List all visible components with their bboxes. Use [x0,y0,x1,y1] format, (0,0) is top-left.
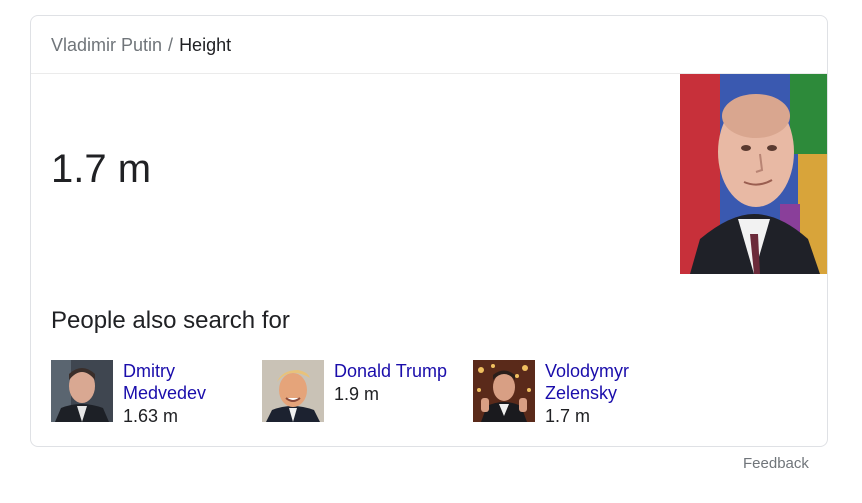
related-person-photo-graphic [473,360,535,422]
related-person-medvedev[interactable]: Dmitry Medvedev 1.63 m [51,360,251,430]
related-person-zelensky[interactable]: Volodymyr Zelensky 1.7 m [473,360,673,430]
related-person-height: 1.9 m [334,384,380,404]
related-person-trump[interactable]: Donald Trump 1.9 m [262,360,462,430]
related-person-thumbnail[interactable] [51,360,113,422]
height-answer-value: 1.7 m [51,147,152,191]
related-person-name-line1[interactable]: Dmitry [123,360,248,382]
related-person-thumbnail[interactable] [473,360,535,422]
related-person-info: Dmitry Medvedev 1.63 m [123,360,248,428]
related-person-info: Donald Trump 1.9 m [334,360,459,406]
feedback-link[interactable]: Feedback [743,454,809,474]
related-person-info: Volodymyr Zelensky 1.7 m [545,360,670,428]
hero-portrait-graphic [680,74,827,274]
related-person-thumbnail[interactable] [262,360,324,422]
breadcrumb-current: Height [179,35,232,55]
breadcrumb-separator: / [168,35,174,55]
knowledge-card: Vladimir Putin / Height 1.7 m People also … [30,15,828,447]
related-person-name-line1[interactable]: Donald Trump [334,360,459,382]
hero-portrait-image[interactable] [680,74,827,274]
related-person-name-line2[interactable]: Zelensky [545,382,670,404]
breadcrumb: Vladimir Putin / Height [51,34,231,56]
related-person-photo-graphic [51,360,113,422]
people-also-search-title: People also search for [51,307,290,334]
related-person-name-line1[interactable]: Volodymyr [545,360,670,382]
related-person-photo-graphic [262,360,324,422]
related-person-height: 1.63 m [123,406,179,426]
related-person-name-line2[interactable]: Medvedev [123,382,248,404]
breadcrumb-parent-link[interactable]: Vladimir Putin [51,35,162,55]
related-person-height: 1.7 m [545,406,591,426]
